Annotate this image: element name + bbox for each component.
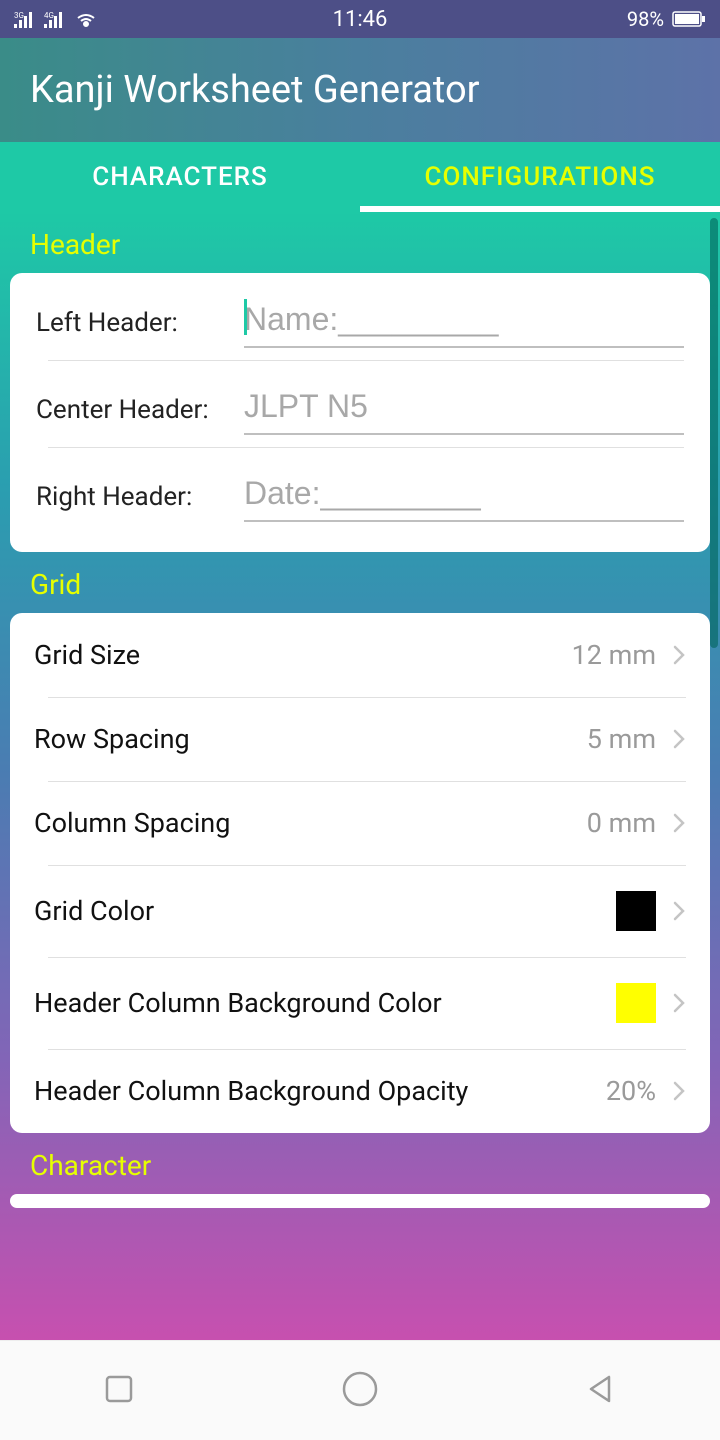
system-nav-bar: [0, 1340, 720, 1440]
tab-label: CONFIGURATIONS: [424, 162, 655, 192]
tabs: CHARACTERS CONFIGURATIONS: [0, 142, 720, 212]
column-spacing-value: 0 mm: [587, 807, 656, 839]
nav-home-button[interactable]: [340, 1369, 380, 1413]
row-center-header: Center Header:: [10, 360, 710, 447]
row-spacing-label: Row Spacing: [34, 723, 587, 755]
center-header-label: Center Header:: [36, 395, 244, 425]
status-bar: 3G 4G 11:46 98%: [0, 0, 720, 38]
header-bg-opacity-label: Header Column Background Opacity: [34, 1075, 606, 1107]
right-header-input[interactable]: [244, 471, 684, 522]
right-header-label: Right Header:: [36, 482, 244, 512]
signal-4g-icon: 4G: [44, 10, 66, 28]
row-header-bg-color[interactable]: Header Column Background Color: [10, 957, 710, 1049]
signal-3g-icon: 3G: [14, 10, 36, 28]
section-title-header: Header: [0, 212, 720, 273]
chevron-right-icon: [672, 991, 686, 1015]
grid-size-label: Grid Size: [34, 639, 572, 671]
header-card: Left Header: Center Header: Right Header…: [10, 273, 710, 552]
row-grid-size[interactable]: Grid Size 12 mm: [10, 613, 710, 697]
row-grid-color[interactable]: Grid Color: [10, 865, 710, 957]
wifi-icon: [74, 10, 98, 28]
center-header-input[interactable]: [244, 384, 684, 435]
grid-size-value: 12 mm: [572, 639, 656, 671]
chevron-right-icon: [672, 811, 686, 835]
row-spacing-value: 5 mm: [587, 723, 656, 755]
app-title: Kanji Worksheet Generator: [30, 68, 480, 112]
row-header-bg-opacity[interactable]: Header Column Background Opacity 20%: [10, 1049, 710, 1133]
tab-configurations[interactable]: CONFIGURATIONS: [360, 142, 720, 212]
status-left: 3G 4G: [14, 10, 98, 28]
section-title-character: Character: [0, 1133, 720, 1194]
column-spacing-label: Column Spacing: [34, 807, 587, 839]
svg-text:4G: 4G: [44, 11, 54, 20]
app-body: Kanji Worksheet Generator CHARACTERS CON…: [0, 38, 720, 1340]
left-header-label: Left Header:: [36, 308, 244, 338]
tab-label: CHARACTERS: [92, 162, 268, 192]
header-bg-color-label: Header Column Background Color: [34, 987, 616, 1019]
nav-back-button[interactable]: [583, 1371, 619, 1411]
left-header-input[interactable]: [244, 297, 684, 348]
section-title-grid: Grid: [0, 552, 720, 613]
status-right: 98%: [627, 7, 706, 31]
row-row-spacing[interactable]: Row Spacing 5 mm: [10, 697, 710, 781]
grid-color-swatch: [616, 891, 656, 931]
row-column-spacing[interactable]: Column Spacing 0 mm: [10, 781, 710, 865]
svg-text:3G: 3G: [14, 11, 24, 20]
header-bg-opacity-value: 20%: [606, 1075, 656, 1107]
content-scroll[interactable]: Header Left Header: Center Header: Right…: [0, 212, 720, 1340]
tab-characters[interactable]: CHARACTERS: [0, 142, 360, 212]
chevron-right-icon: [672, 727, 686, 751]
row-left-header: Left Header:: [10, 273, 710, 360]
grid-color-label: Grid Color: [34, 895, 616, 927]
scroll-indicator: [710, 218, 718, 648]
grid-card: Grid Size 12 mm Row Spacing 5 mm Column …: [10, 613, 710, 1133]
chevron-right-icon: [672, 899, 686, 923]
app-bar: Kanji Worksheet Generator: [0, 38, 720, 142]
status-time: 11:46: [333, 7, 388, 32]
row-right-header: Right Header:: [10, 447, 710, 552]
text-cursor: [244, 299, 247, 335]
header-bg-color-swatch: [616, 983, 656, 1023]
battery-percentage: 98%: [627, 7, 664, 31]
chevron-right-icon: [672, 643, 686, 667]
chevron-right-icon: [672, 1079, 686, 1103]
nav-recent-button[interactable]: [101, 1371, 137, 1411]
battery-icon: [672, 10, 706, 28]
character-card: [10, 1194, 710, 1208]
